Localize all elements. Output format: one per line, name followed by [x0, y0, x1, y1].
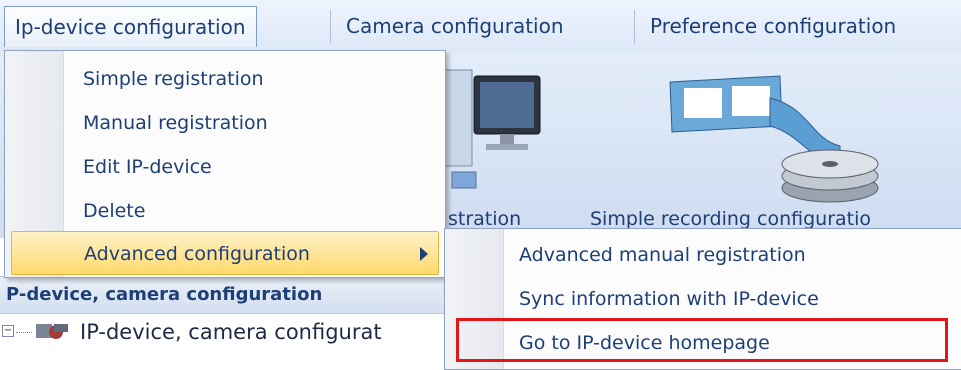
- menu-item-manual-registration[interactable]: Manual registration: [83, 101, 268, 145]
- menu-item-delete[interactable]: Delete: [83, 189, 145, 233]
- menu-preference-configuration[interactable]: Preference configuration: [640, 8, 906, 44]
- ribbon-label-simple-recording[interactable]: Simple recording configuratio: [590, 208, 871, 230]
- menu-item-edit-ip-device[interactable]: Edit IP-device: [83, 145, 212, 189]
- menu-item-label: Advanced configuration: [84, 243, 310, 265]
- registration-icon[interactable]: [430, 62, 550, 202]
- highlight-callout-box: [456, 318, 948, 362]
- menu-bar: Ip-device configuration Camera configura…: [0, 0, 961, 53]
- ip-device-dropdown: Simple registration Manual registration …: [4, 50, 446, 278]
- menu-ip-device-configuration[interactable]: Ip-device configuration: [4, 6, 257, 47]
- tree-expand-icon[interactable]: −: [2, 325, 14, 337]
- menu-item-advanced-manual-registration[interactable]: Advanced manual registration: [519, 233, 806, 277]
- ip-device-camera-icon: [36, 324, 68, 339]
- menu-item-advanced-configuration[interactable]: Advanced configuration: [11, 231, 439, 275]
- menu-separator: [634, 10, 635, 44]
- ribbon-label-registration[interactable]: stration: [448, 208, 521, 230]
- menu-item-simple-registration[interactable]: Simple registration: [83, 57, 264, 101]
- submenu-arrow-icon: [420, 247, 428, 261]
- tree-row-label: IP-device, camera configurat: [80, 320, 382, 344]
- menu-camera-configuration[interactable]: Camera configuration: [336, 8, 574, 44]
- recording-icon[interactable]: [660, 68, 880, 218]
- tree-panel-header: P-device, camera configuration: [0, 276, 446, 314]
- tree-connector: [16, 332, 32, 333]
- menu-separator: [330, 10, 331, 44]
- menu-item-sync-information[interactable]: Sync information with IP-device: [519, 277, 819, 321]
- tree-row-ip-device-camera[interactable]: − IP-device, camera configurat: [0, 314, 440, 350]
